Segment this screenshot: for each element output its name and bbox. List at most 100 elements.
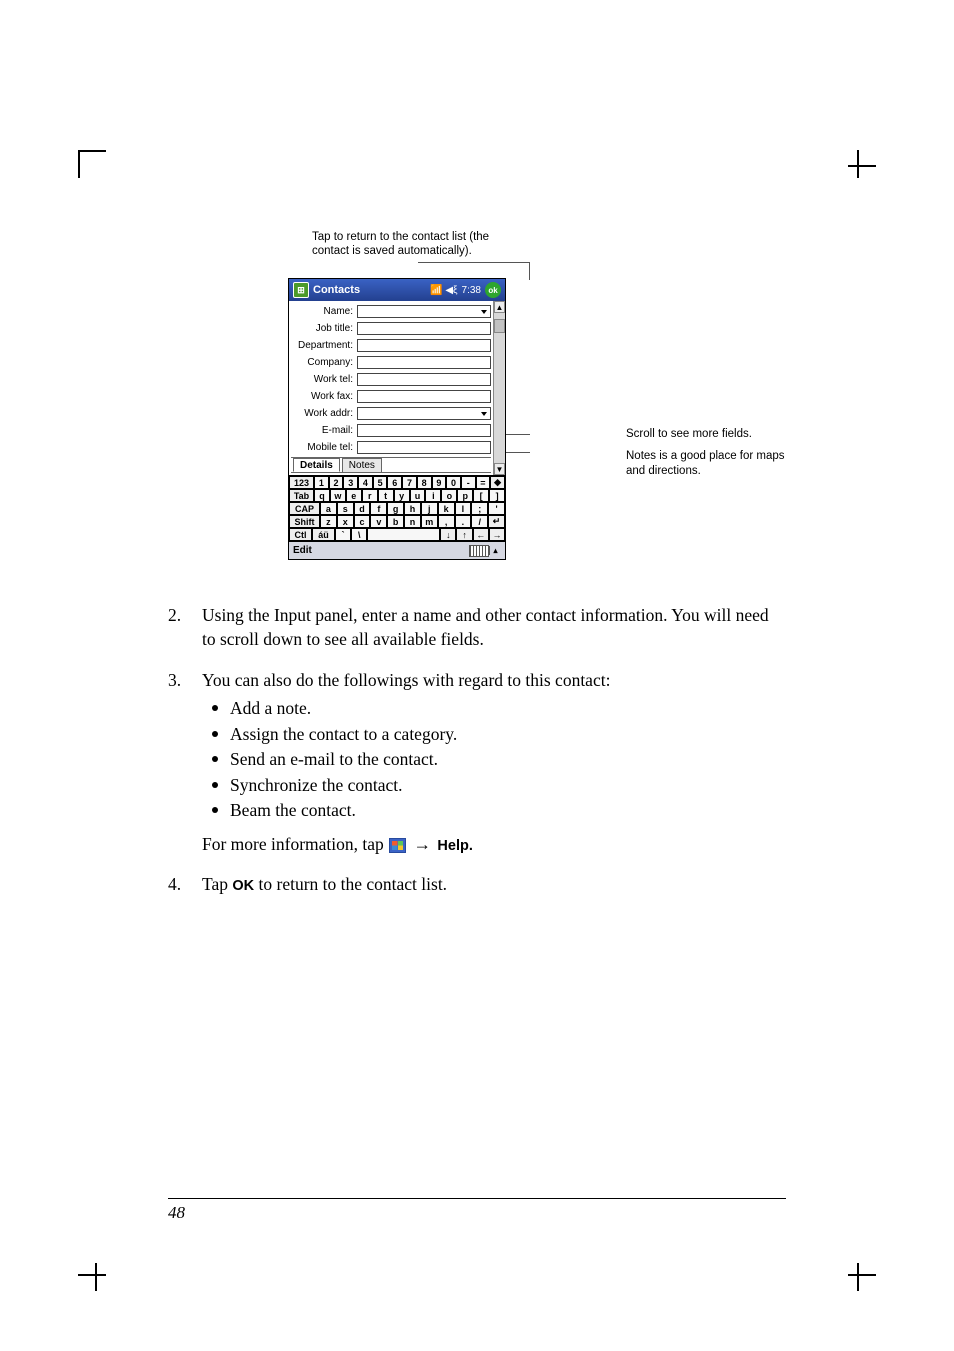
key-cap[interactable]: CAP	[289, 502, 320, 515]
key-backslash[interactable]: \	[351, 528, 367, 541]
key-o[interactable]: o	[441, 489, 457, 502]
key-period[interactable]: .	[455, 515, 472, 528]
key-down[interactable]: ↓	[440, 528, 456, 541]
scroll-track[interactable]	[494, 313, 505, 463]
key-8[interactable]: 8	[417, 476, 432, 489]
key-a[interactable]: a	[320, 502, 337, 515]
input-company[interactable]	[357, 356, 491, 369]
label-mobiletel: Mobile tel:	[291, 442, 357, 453]
step-3-text: You can also do the followings with rega…	[202, 669, 786, 693]
key-j[interactable]: j	[421, 502, 438, 515]
step-3: 3. You can also do the followings with r…	[168, 669, 786, 856]
input-email[interactable]	[357, 424, 491, 437]
fields: Name: Job title: Department: Company: Wo…	[289, 301, 493, 475]
label-department: Department:	[291, 340, 357, 351]
key-m[interactable]: m	[421, 515, 438, 528]
key-i[interactable]: i	[425, 489, 441, 502]
key-comma[interactable]: ,	[438, 515, 455, 528]
key-v[interactable]: v	[370, 515, 387, 528]
key-bksp[interactable]: ◆	[490, 476, 505, 489]
input-jobtitle[interactable]	[357, 322, 491, 335]
key-k[interactable]: k	[438, 502, 455, 515]
key-e[interactable]: e	[346, 489, 362, 502]
key-l[interactable]: l	[455, 502, 472, 515]
start-icon[interactable]: ⊞	[293, 282, 309, 298]
body-text: 2. Using the Input panel, enter a name a…	[168, 604, 786, 896]
key-rbrack[interactable]: ]	[489, 489, 505, 502]
key-shift[interactable]: Shift	[289, 515, 320, 528]
key-enter[interactable]: ↵	[488, 515, 505, 528]
sip-up-icon[interactable]: ▴	[489, 546, 501, 555]
key-ctl[interactable]: Ctl	[289, 528, 312, 541]
key-5[interactable]: 5	[373, 476, 388, 489]
edit-menu[interactable]: Edit	[293, 545, 312, 556]
key-q[interactable]: q	[314, 489, 330, 502]
key-w[interactable]: w	[330, 489, 346, 502]
key-space[interactable]	[367, 528, 440, 541]
key-slash[interactable]: /	[471, 515, 488, 528]
key-apos[interactable]: '	[488, 502, 505, 515]
input-department[interactable]	[357, 339, 491, 352]
bullet-note: Add a note.	[202, 697, 786, 721]
annot-scroll: Scroll to see more fields.	[626, 427, 786, 443]
input-name[interactable]	[357, 305, 491, 318]
key-z[interactable]: z	[320, 515, 337, 528]
soft-keyboard[interactable]: 123 1 2 3 4 5 6 7 8 9 0 - = ◆ Tab	[289, 475, 505, 541]
sip-icon[interactable]	[469, 545, 489, 557]
figure: Tap to return to the contact list (the c…	[168, 230, 786, 570]
key-equals[interactable]: =	[476, 476, 491, 489]
input-mobiletel[interactable]	[357, 441, 491, 454]
ok-button[interactable]: ok	[485, 282, 501, 298]
key-accent[interactable]: áü	[312, 528, 335, 541]
key-7[interactable]: 7	[402, 476, 417, 489]
annotation-right: Scroll to see more fields. Notes is a go…	[626, 427, 786, 480]
key-r[interactable]: r	[362, 489, 378, 502]
key-4[interactable]: 4	[358, 476, 373, 489]
key-f[interactable]: f	[370, 502, 387, 515]
key-y[interactable]: y	[394, 489, 410, 502]
key-tab[interactable]: Tab	[289, 489, 314, 502]
key-3[interactable]: 3	[343, 476, 358, 489]
input-worktel[interactable]	[357, 373, 491, 386]
pda-footer: Edit ▴	[289, 541, 505, 559]
key-u[interactable]: u	[410, 489, 426, 502]
key-n[interactable]: n	[404, 515, 421, 528]
key-123[interactable]: 123	[289, 476, 314, 489]
crop-mark-tr2	[857, 150, 859, 178]
key-2[interactable]: 2	[329, 476, 344, 489]
crop-mark-br2	[857, 1263, 859, 1291]
kb-row-5: Ctl áü ` \ ↓ ↑ ← →	[289, 528, 505, 541]
key-x[interactable]: x	[337, 515, 354, 528]
tab-notes[interactable]: Notes	[342, 458, 382, 472]
key-left[interactable]: ←	[473, 528, 489, 541]
key-semi[interactable]: ;	[471, 502, 488, 515]
input-workaddr[interactable]	[357, 407, 491, 420]
key-grave[interactable]: `	[335, 528, 351, 541]
more-info-pre: For more information, tap	[202, 834, 388, 854]
key-t[interactable]: t	[378, 489, 394, 502]
key-lbrack[interactable]: [	[473, 489, 489, 502]
key-9[interactable]: 9	[432, 476, 447, 489]
key-h[interactable]: h	[404, 502, 421, 515]
key-1[interactable]: 1	[314, 476, 329, 489]
step-4: 4. Tap OK to return to the contact list.	[168, 873, 786, 897]
key-6[interactable]: 6	[387, 476, 402, 489]
scroll-down-button[interactable]: ▼	[494, 463, 505, 475]
key-up[interactable]: ↑	[456, 528, 472, 541]
key-0[interactable]: 0	[446, 476, 461, 489]
key-s[interactable]: s	[337, 502, 354, 515]
key-p[interactable]: p	[457, 489, 473, 502]
scrollbar[interactable]: ▲ ▼	[493, 301, 505, 475]
key-right[interactable]: →	[489, 528, 505, 541]
key-dash[interactable]: -	[461, 476, 476, 489]
scroll-thumb[interactable]	[494, 319, 505, 333]
key-b[interactable]: b	[387, 515, 404, 528]
scroll-up-button[interactable]: ▲	[494, 301, 505, 313]
bullet-beam: Beam the contact.	[202, 799, 786, 823]
key-d[interactable]: d	[354, 502, 371, 515]
key-c[interactable]: c	[354, 515, 371, 528]
tab-details[interactable]: Details	[293, 458, 340, 472]
bullet-email: Send an e-mail to the contact.	[202, 748, 786, 772]
input-workfax[interactable]	[357, 390, 491, 403]
key-g[interactable]: g	[387, 502, 404, 515]
